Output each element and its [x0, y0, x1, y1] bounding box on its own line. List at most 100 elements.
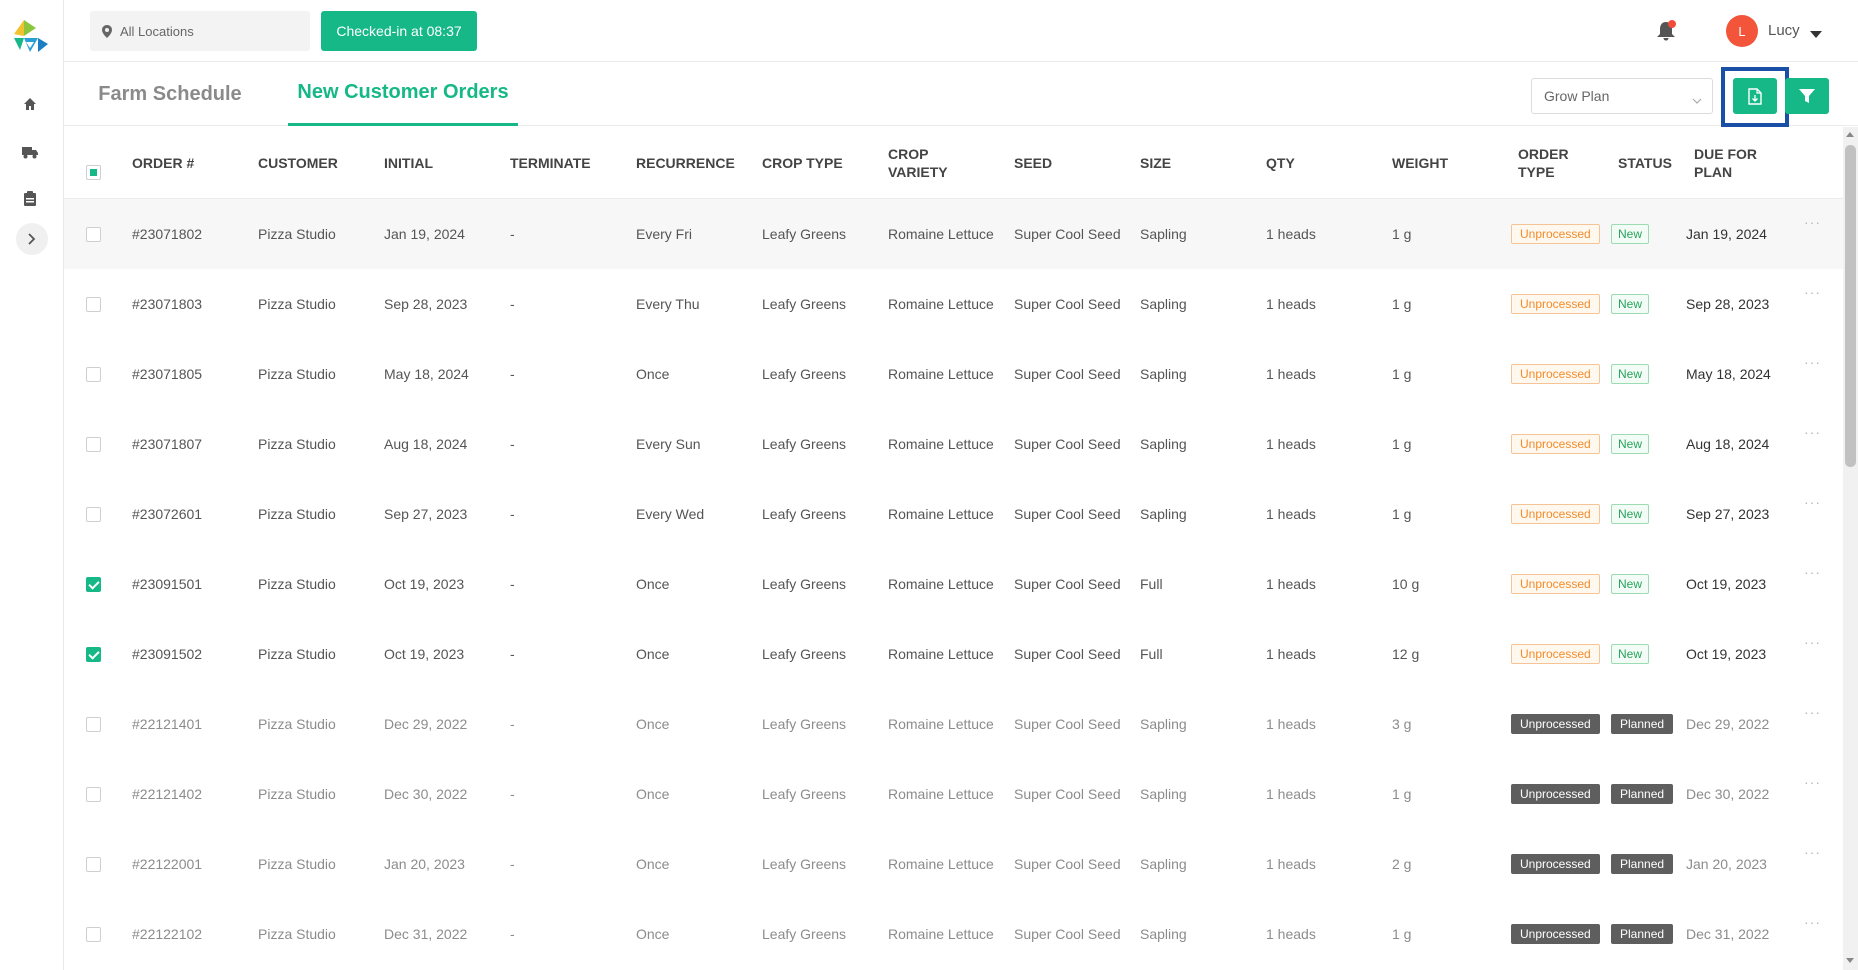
header-qty[interactable]: QTY: [1266, 127, 1295, 199]
header-initial[interactable]: INITIAL: [384, 127, 433, 199]
order-number: #23071805: [132, 366, 203, 382]
row-menu-icon[interactable]: ···: [1804, 199, 1821, 245]
header-terminate[interactable]: TERMINATE: [510, 127, 591, 199]
weight-cell: 1 g: [1392, 296, 1412, 312]
row-menu-icon[interactable]: ···: [1804, 899, 1821, 945]
row-checkbox[interactable]: [86, 297, 101, 312]
crop-type-cell: Leafy Greens: [762, 716, 847, 732]
row-checkbox[interactable]: [86, 647, 101, 662]
qty-cell: 1 heads: [1266, 366, 1316, 382]
row-menu-icon[interactable]: ···: [1804, 269, 1821, 315]
location-label: All Locations: [120, 23, 194, 39]
order-number: #23072601: [132, 506, 203, 522]
table-row[interactable]: #23091502 Pizza Studio Oct 19, 2023 - Once Le…: [64, 619, 1843, 689]
row-checkbox[interactable]: [86, 227, 101, 242]
caret-down-icon[interactable]: [1810, 26, 1822, 44]
initial-date: Oct 19, 2023: [384, 576, 465, 592]
grow-plan-select[interactable]: Grow Plan: [1531, 78, 1713, 114]
select-all-checkbox[interactable]: [86, 165, 101, 180]
size-cell: Full: [1140, 646, 1163, 662]
terminate-date: -: [510, 926, 515, 942]
avatar[interactable]: L: [1726, 15, 1758, 47]
header-seed[interactable]: SEED: [1014, 127, 1052, 199]
table-row[interactable]: #23072601 Pizza Studio Sep 27, 2023 - Every …: [64, 479, 1843, 549]
header-due-for-plan[interactable]: DUE FOR PLAN: [1694, 127, 1774, 199]
qty-cell: 1 heads: [1266, 856, 1316, 872]
table-row[interactable]: #23071805 Pizza Studio May 18, 2024 - Once Le…: [64, 339, 1843, 409]
tab-new-customer-orders[interactable]: New Customer Orders: [288, 62, 518, 126]
tab-farm-schedule[interactable]: Farm Schedule: [90, 62, 250, 126]
table-row[interactable]: #23071802 Pizza Studio Jan 19, 2024 - Every …: [64, 199, 1843, 269]
size-cell: Sapling: [1140, 366, 1187, 382]
export-file-icon: [1748, 87, 1762, 105]
weight-cell: 1 g: [1392, 926, 1412, 942]
map-pin-icon: [102, 24, 112, 38]
crop-type-cell: Leafy Greens: [762, 506, 847, 522]
home-icon[interactable]: [18, 92, 42, 116]
order-type-cell: Unprocessed: [1511, 549, 1600, 619]
header-customer[interactable]: CUSTOMER: [258, 127, 338, 199]
header-order-type[interactable]: ORDER TYPE: [1518, 127, 1588, 199]
export-button[interactable]: [1733, 78, 1777, 114]
header-status[interactable]: STATUS: [1618, 127, 1672, 199]
row-checkbox[interactable]: [86, 857, 101, 872]
status-badge: New: [1611, 224, 1650, 244]
crop-variety-cell: Romaine Lettuce: [888, 226, 994, 242]
header-recurrence[interactable]: RECURRENCE: [636, 127, 735, 199]
crop-variety-cell: Romaine Lettuce: [888, 646, 994, 662]
row-checkbox[interactable]: [86, 927, 101, 942]
row-menu-icon[interactable]: ···: [1804, 479, 1821, 525]
row-checkbox[interactable]: [86, 367, 101, 382]
header-order[interactable]: ORDER #: [132, 127, 194, 199]
crop-variety-cell: Romaine Lettuce: [888, 366, 994, 382]
status-badge: New: [1611, 574, 1650, 594]
scroll-up-arrow-icon[interactable]: [1846, 132, 1854, 137]
row-checkbox[interactable]: [86, 437, 101, 452]
row-menu-icon[interactable]: ···: [1804, 829, 1821, 875]
weight-cell: 1 g: [1392, 436, 1412, 452]
table-row[interactable]: #23071807 Pizza Studio Aug 18, 2024 - Every …: [64, 409, 1843, 479]
row-menu-icon[interactable]: ···: [1804, 549, 1821, 595]
row-menu-icon[interactable]: ···: [1804, 409, 1821, 455]
customer-cell: Pizza Studio: [258, 436, 336, 452]
header-crop-variety[interactable]: CROP VARIETY: [888, 127, 968, 199]
scroll-down-arrow-icon[interactable]: [1846, 958, 1854, 963]
chevron-right-icon: [28, 233, 36, 245]
terminate-date: -: [510, 436, 515, 452]
size-cell: Full: [1140, 576, 1163, 592]
header-weight[interactable]: WEIGHT: [1392, 127, 1448, 199]
table-row[interactable]: #22122102 Pizza Studio Dec 31, 2022 - Once Le…: [64, 899, 1843, 969]
row-checkbox[interactable]: [86, 577, 101, 592]
table-row[interactable]: #22121402 Pizza Studio Dec 30, 2022 - Once Le…: [64, 759, 1843, 829]
seed-cell: Super Cool Seed: [1014, 296, 1121, 312]
checkin-button[interactable]: Checked-in at 08:37: [321, 11, 477, 51]
clipboard-icon[interactable]: [18, 186, 42, 210]
app-logo[interactable]: [8, 14, 52, 58]
row-menu-icon[interactable]: ···: [1804, 619, 1821, 665]
header-size[interactable]: SIZE: [1140, 127, 1171, 199]
user-name[interactable]: Lucy: [1768, 22, 1800, 39]
scrollbar-thumb[interactable]: [1845, 145, 1856, 467]
truck-icon[interactable]: [18, 140, 42, 164]
location-selector[interactable]: All Locations: [90, 11, 310, 51]
table-row[interactable]: #23071803 Pizza Studio Sep 28, 2023 - Every …: [64, 269, 1843, 339]
size-cell: Sapling: [1140, 296, 1187, 312]
table-row[interactable]: #23091501 Pizza Studio Oct 19, 2023 - Once Le…: [64, 549, 1843, 619]
notification-bell[interactable]: [1652, 17, 1680, 45]
expand-sidebar-button[interactable]: [16, 223, 48, 255]
row-checkbox[interactable]: [86, 787, 101, 802]
header-crop-type[interactable]: CROP TYPE: [762, 127, 843, 199]
table-row[interactable]: #22122001 Pizza Studio Jan 20, 2023 - Once Le…: [64, 829, 1843, 899]
crop-type-cell: Leafy Greens: [762, 646, 847, 662]
row-menu-icon[interactable]: ···: [1804, 759, 1821, 805]
row-checkbox[interactable]: [86, 717, 101, 732]
terminate-date: -: [510, 856, 515, 872]
row-menu-icon[interactable]: ···: [1804, 339, 1821, 385]
row-checkbox[interactable]: [86, 507, 101, 522]
recurrence-cell: Every Fri: [636, 226, 692, 242]
row-menu-icon[interactable]: ···: [1804, 689, 1821, 735]
size-cell: Sapling: [1140, 226, 1187, 242]
table-row[interactable]: #22121401 Pizza Studio Dec 29, 2022 - Once Le…: [64, 689, 1843, 759]
filter-button[interactable]: [1785, 78, 1829, 114]
weight-cell: 2 g: [1392, 856, 1412, 872]
